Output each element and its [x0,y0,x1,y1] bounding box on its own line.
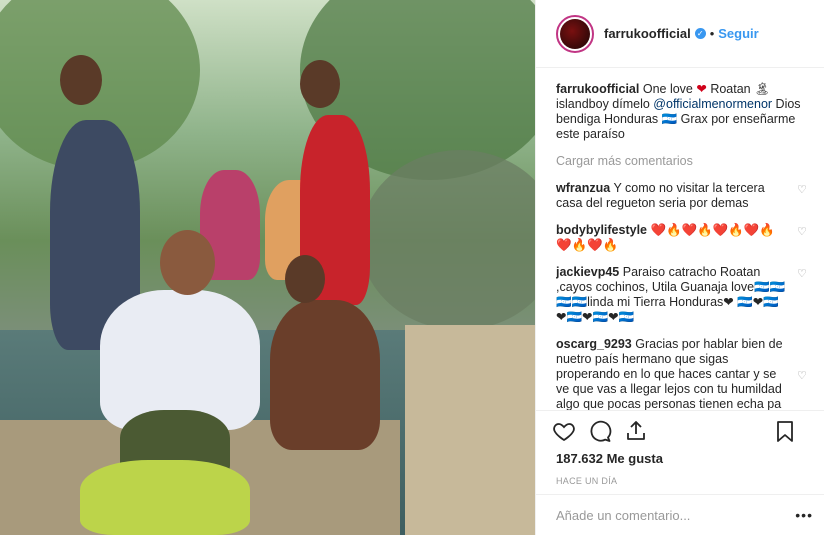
heart-emoji: ❤ [696,82,707,96]
photo-person [100,290,260,430]
caption-text: Roatan [710,82,751,96]
caption-username[interactable]: farrukoofficial [556,82,639,96]
photo-person [270,300,380,450]
post-username[interactable]: farrukoofficial [604,26,691,41]
like-comment-heart-icon[interactable]: ♡ [797,227,808,238]
comment-username[interactable]: bodybylifestyle [556,223,647,237]
comment-username[interactable]: wfranzua [556,181,610,195]
follow-button[interactable]: Seguir [718,26,758,41]
island-emoji: 🏝 [754,82,770,96]
separator-dot: • [709,26,715,41]
caption-text: One love [642,82,693,96]
like-heart-icon[interactable] [552,419,576,443]
caption-mention[interactable]: @officialmenormenor [653,97,772,111]
add-comment-bar: Añade un comentario... ••• [536,494,824,535]
post-header: farrukoofficial ✓ • Seguir [536,0,824,68]
photo-bench [405,325,535,535]
share-icon[interactable] [624,419,648,443]
comments-list[interactable]: farrukoofficial One love ❤ Roatan 🏝 isla… [556,82,808,410]
comment-item: jackievp45 Paraiso catracho Roatan ,cayo… [556,265,808,325]
comment-item: wfranzua Y como no visitar la tercera ca… [556,181,808,211]
post-actions: 187.632 Me gusta HACE UN DÍA [536,410,824,486]
post-timestamp[interactable]: HACE UN DÍA [536,476,824,486]
avatar-image [560,18,590,49]
post-photo[interactable] [0,0,535,535]
like-comment-heart-icon[interactable]: ♡ [797,185,808,196]
photo-person [80,460,250,535]
likes-count[interactable]: 187.632 Me gusta [536,451,824,466]
post-caption: farrukoofficial One love ❤ Roatan 🏝 isla… [556,82,808,142]
bookmark-icon[interactable] [773,419,797,443]
verified-badge-icon: ✓ [694,28,706,39]
photo-person [160,230,215,295]
comment-bubble-icon[interactable] [588,419,612,443]
comment-item: bodybylifestyle ❤️🔥❤️🔥❤️🔥❤️🔥❤️🔥❤️🔥 ♡ [556,223,808,253]
photo-person [60,55,102,105]
comment-item: oscarg_9293 Gracias por hablar bien de n… [556,337,808,410]
avatar[interactable] [556,14,594,53]
like-comment-heart-icon[interactable]: ♡ [797,269,808,280]
add-comment-input[interactable]: Añade un comentario... [556,508,690,523]
more-options-icon[interactable]: ••• [795,507,813,523]
photo-foliage [360,150,535,330]
post-sidebar: farrukoofficial ✓ • Seguir farrukooffici… [535,0,824,535]
photo-person [285,255,325,303]
comment-username[interactable]: oscarg_9293 [556,337,632,351]
load-more-comments-button[interactable]: Cargar más comentarios [556,154,808,169]
comment-username[interactable]: jackievp45 [556,265,619,279]
caption-text: islandboy dímelo [556,97,650,111]
like-comment-heart-icon[interactable]: ♡ [797,371,808,382]
photo-person [300,60,340,108]
